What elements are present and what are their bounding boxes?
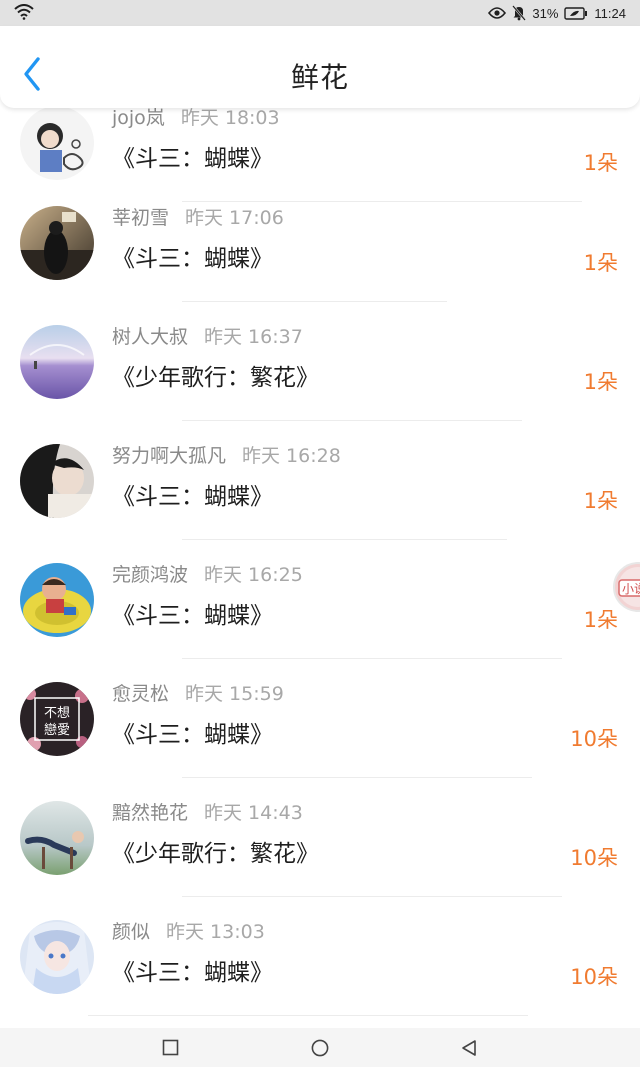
username: 黯然艳花 [112, 802, 189, 824]
username: 树人大叔 [112, 326, 189, 348]
list-item-meta: 愈灵松 昨天 15:59 [112, 679, 284, 706]
back-triangle-icon[interactable] [460, 1039, 478, 1057]
list-item-meta: 莘初雪 昨天 17:06 [112, 203, 284, 230]
list-item[interactable]: 完颜鸿波 昨天 16:25 《斗三：蝴蝶》 1朵 [0, 540, 640, 659]
flower-count: 10朵 [570, 846, 618, 870]
username: 完颜鸿波 [112, 564, 189, 586]
list-item-meta: 黯然艳花 昨天 14:43 [112, 798, 303, 825]
avatar[interactable] [20, 444, 94, 518]
avatar[interactable] [20, 325, 94, 399]
flower-count: 1朵 [583, 251, 618, 275]
list-item-meta: 颜似 昨天 13:03 [112, 917, 265, 944]
header: 鲜花 [0, 26, 640, 108]
timestamp: 昨天 16:25 [204, 564, 303, 586]
list-item[interactable]: 颜似 昨天 13:03 《斗三：蝴蝶》 10朵 [0, 897, 640, 1016]
flower-count: 1朵 [583, 608, 618, 632]
flower-count: 10朵 [570, 727, 618, 751]
avatar[interactable] [20, 920, 94, 994]
list-item-meta: 努力啊大孤凡 昨天 16:28 [112, 441, 341, 468]
username: 愈灵松 [112, 683, 170, 705]
list-item[interactable]: 不想 戀愛 愈灵松 昨天 15:59 《斗三：蝴蝶》 10朵 [0, 659, 640, 778]
gift-title: 《斗三：蝴蝶》 [112, 484, 273, 510]
list-item[interactable]: 莘初雪 昨天 17:06 《斗三：蝴蝶》 1朵 [0, 183, 640, 302]
flower-count: 1朵 [583, 489, 618, 513]
gift-title: 《斗三：蝴蝶》 [112, 722, 273, 748]
list-item[interactable]: 树人大叔 昨天 16:37 《少年歌行：繁花》 1朵 [0, 302, 640, 421]
avatar[interactable] [20, 206, 94, 280]
gift-title: 《斗三：蝴蝶》 [112, 246, 273, 272]
username: 努力啊大孤凡 [112, 445, 227, 467]
avatar-text: 戀愛 [44, 722, 70, 738]
status-bar: 31% 11:24 [0, 0, 640, 26]
divider [88, 1015, 528, 1016]
list-item[interactable]: 努力啊大孤凡 昨天 16:28 《斗三：蝴蝶》 1朵 [0, 421, 640, 540]
recent-apps-icon[interactable] [162, 1039, 179, 1056]
eye-icon [488, 7, 507, 19]
flower-count: 1朵 [583, 370, 618, 394]
battery-icon [564, 6, 588, 20]
flower-count: 10朵 [570, 965, 618, 989]
timestamp: 昨天 18:03 [180, 107, 280, 129]
timestamp: 昨天 17:06 [185, 207, 284, 229]
gift-title: 《斗三：蝴蝶》 [112, 960, 273, 986]
username: jojo岚 [112, 107, 165, 129]
timestamp: 昨天 14:43 [204, 802, 303, 824]
flower-count: 1朵 [583, 151, 618, 175]
avatar[interactable]: 不想 戀愛 [20, 682, 94, 756]
gift-title: 《少年歌行：繁花》 [112, 841, 319, 867]
bell-muted-icon [512, 5, 527, 21]
page-title: 鲜花 [290, 61, 349, 94]
avatar-text: 不想 [44, 705, 70, 721]
avatar[interactable] [20, 563, 94, 637]
status-right: 31% 11:24 [488, 4, 626, 22]
wifi-icon [14, 4, 34, 25]
avatar[interactable] [20, 801, 94, 875]
nav-bar [0, 1028, 640, 1067]
avatar[interactable] [20, 106, 94, 180]
timestamp: 昨天 16:37 [204, 326, 303, 348]
timestamp: 昨天 16:28 [242, 445, 341, 467]
battery-percent: 31% [532, 5, 559, 21]
username: 颜似 [112, 921, 151, 943]
list-item-meta: 树人大叔 昨天 16:37 [112, 322, 303, 349]
list-item[interactable]: 黯然艳花 昨天 14:43 《少年歌行：繁花》 10朵 [0, 778, 640, 897]
home-icon[interactable] [311, 1039, 329, 1057]
timestamp: 昨天 15:59 [185, 683, 284, 705]
gift-title: 《斗三：蝴蝶》 [112, 146, 273, 172]
username: 莘初雪 [112, 207, 170, 229]
clock: 11:24 [594, 5, 626, 21]
floating-widget-label: 小说 [622, 581, 640, 596]
list-item-meta: 完颜鸿波 昨天 16:25 [112, 560, 303, 587]
gift-list[interactable]: jojo岚 昨天 18:03 《斗三：蝴蝶》 1朵 莘初雪 昨天 17:06 《… [0, 0, 640, 1028]
gift-title: 《少年歌行：繁花》 [112, 365, 319, 391]
gift-title: 《斗三：蝴蝶》 [112, 603, 273, 629]
timestamp: 昨天 13:03 [166, 921, 265, 943]
